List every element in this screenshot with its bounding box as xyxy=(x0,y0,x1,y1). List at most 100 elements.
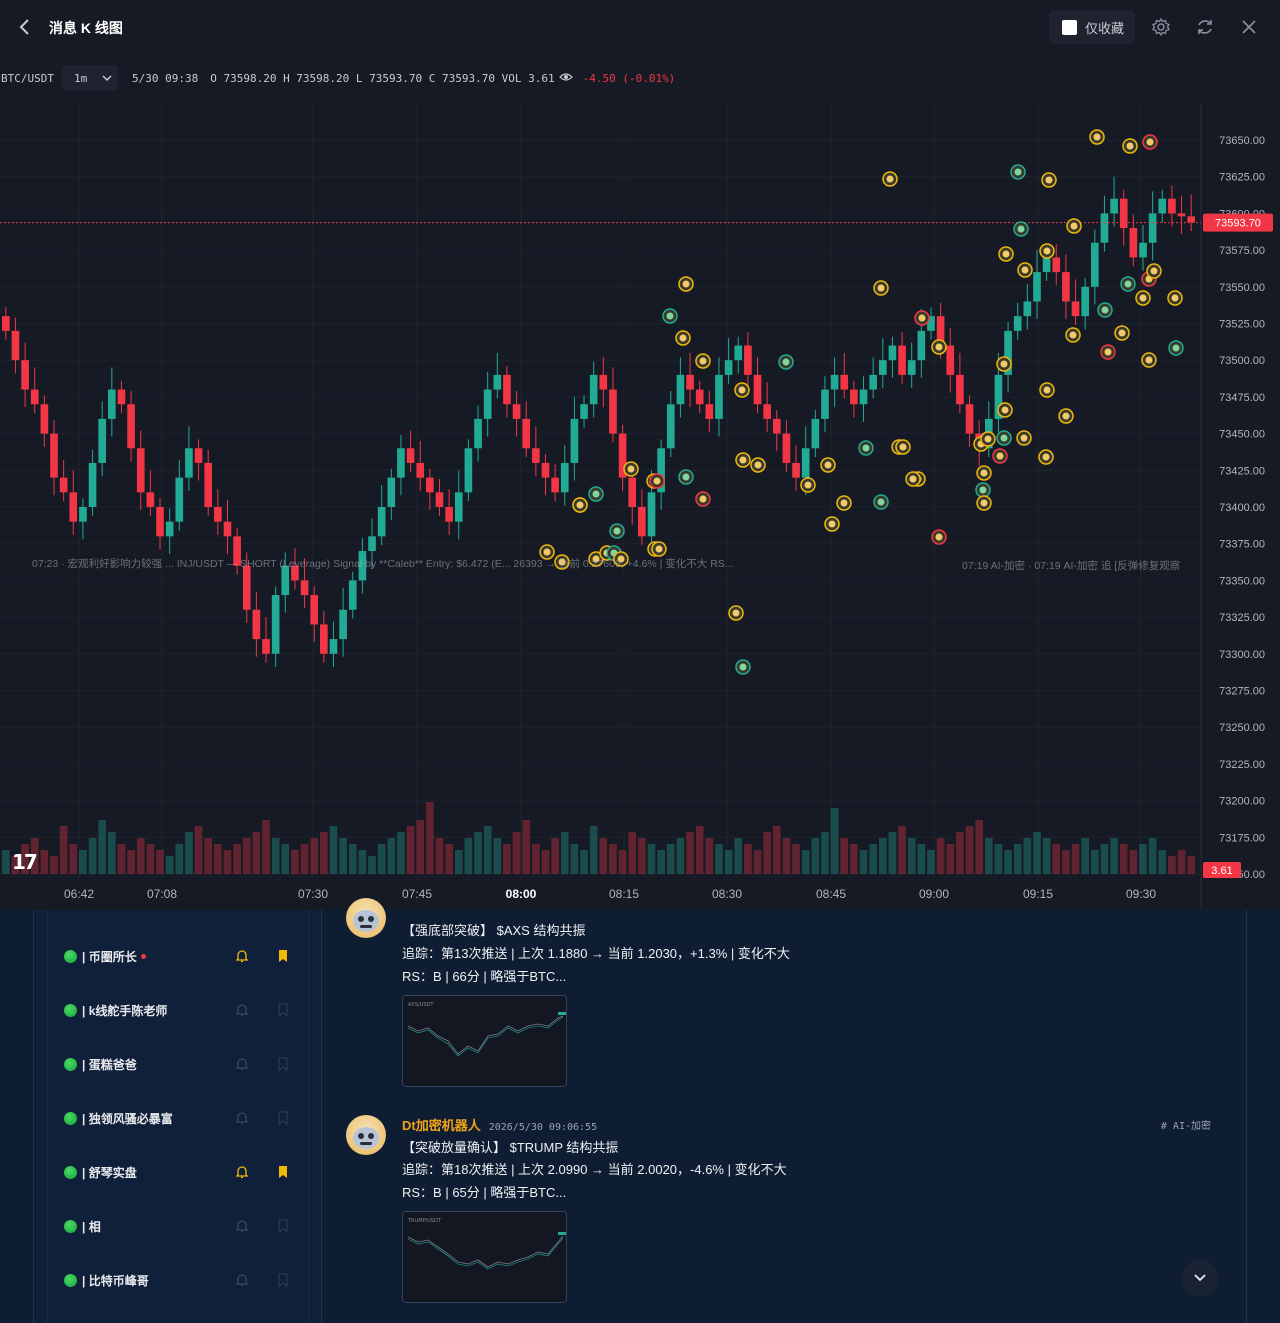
candle[interactable] xyxy=(204,462,213,507)
candle[interactable] xyxy=(156,507,164,537)
candle[interactable] xyxy=(734,345,743,361)
candle[interactable] xyxy=(300,580,309,596)
candle[interactable] xyxy=(1062,272,1070,302)
message-tag[interactable]: # AI-加密 xyxy=(1161,1117,1211,1132)
candle[interactable] xyxy=(666,404,675,449)
candle[interactable] xyxy=(599,374,608,390)
candle[interactable] xyxy=(397,448,405,478)
candle[interactable] xyxy=(744,345,752,375)
bell-icon[interactable] xyxy=(234,948,250,964)
candle[interactable] xyxy=(560,462,569,493)
bookmark-icon[interactable] xyxy=(276,1002,290,1018)
channel-item[interactable]: | 独领风骚必暴富 xyxy=(64,1107,304,1129)
candle[interactable] xyxy=(1187,216,1195,223)
candle[interactable] xyxy=(676,374,685,405)
candle[interactable] xyxy=(1168,198,1176,214)
candle[interactable] xyxy=(878,360,887,375)
candle[interactable] xyxy=(512,404,521,419)
candle[interactable] xyxy=(271,595,280,654)
candle[interactable] xyxy=(609,389,617,434)
message-author[interactable]: Dt加密机器人 xyxy=(402,1115,481,1134)
candle[interactable] xyxy=(11,330,20,361)
candle[interactable] xyxy=(194,448,203,463)
chart-thumbnail[interactable]: AXS/USDT xyxy=(402,995,567,1087)
candle[interactable] xyxy=(1042,257,1051,273)
candle[interactable] xyxy=(830,374,839,390)
candle[interactable] xyxy=(1013,316,1022,331)
candle[interactable] xyxy=(1177,213,1186,217)
candle[interactable] xyxy=(1100,213,1109,243)
candle[interactable] xyxy=(686,374,694,390)
candle[interactable] xyxy=(223,521,232,537)
candle[interactable] xyxy=(801,448,810,478)
candle[interactable] xyxy=(589,374,598,405)
candle[interactable] xyxy=(348,580,357,610)
chart-canvas[interactable]: 73650.0073625.0073600.0073575.0073550.00… xyxy=(0,104,1280,910)
candle[interactable] xyxy=(1148,213,1157,243)
candle[interactable] xyxy=(792,462,800,478)
channel-item[interactable]: | 舒琴实盘 xyxy=(64,1161,304,1183)
candle[interactable] xyxy=(753,374,762,405)
candle[interactable] xyxy=(483,389,492,419)
candle[interactable] xyxy=(88,462,97,507)
candle[interactable] xyxy=(705,404,714,419)
candle[interactable] xyxy=(387,477,396,507)
candle[interactable] xyxy=(1158,198,1167,214)
gear-icon[interactable] xyxy=(1150,16,1172,38)
bookmark-icon[interactable] xyxy=(276,1110,290,1126)
candle[interactable] xyxy=(772,418,781,434)
candle[interactable] xyxy=(146,492,155,507)
candle[interactable] xyxy=(580,404,588,419)
candle[interactable] xyxy=(1119,198,1128,229)
candle[interactable] xyxy=(869,374,877,390)
bookmark-icon[interactable] xyxy=(276,1272,290,1288)
candle[interactable] xyxy=(715,374,723,419)
candle[interactable] xyxy=(493,374,502,390)
candle[interactable] xyxy=(532,448,540,463)
candle[interactable] xyxy=(763,404,771,419)
candle[interactable] xyxy=(850,389,858,405)
candle[interactable] xyxy=(1081,286,1089,317)
candle[interactable] xyxy=(214,507,222,522)
candle[interactable] xyxy=(695,389,704,405)
bell-icon[interactable] xyxy=(234,1110,250,1126)
candle[interactable] xyxy=(628,477,637,507)
bookmark-icon[interactable] xyxy=(276,1164,290,1180)
bookmark-icon[interactable] xyxy=(276,1218,290,1234)
bell-icon[interactable] xyxy=(234,1218,250,1234)
channel-item[interactable]: | 相 xyxy=(64,1215,304,1237)
candle[interactable] xyxy=(185,448,193,478)
candle[interactable] xyxy=(782,433,791,463)
candle[interactable] xyxy=(117,389,126,405)
bell-icon[interactable] xyxy=(234,1272,250,1288)
candle[interactable] xyxy=(2,316,10,331)
channel-item[interactable]: | 蛋糕爸爸 xyxy=(64,1053,304,1075)
bell-icon[interactable] xyxy=(234,1164,250,1180)
candle[interactable] xyxy=(445,507,453,522)
candle[interactable] xyxy=(1110,198,1118,214)
candle[interactable] xyxy=(175,477,184,522)
eye-icon[interactable] xyxy=(558,72,573,85)
candle[interactable] xyxy=(50,433,58,478)
candle[interactable] xyxy=(1033,272,1041,302)
candle[interactable] xyxy=(821,389,829,419)
refresh-icon[interactable] xyxy=(1194,16,1216,38)
candle[interactable] xyxy=(242,565,251,610)
bookmark-icon[interactable] xyxy=(276,948,290,964)
candle[interactable] xyxy=(252,609,261,640)
timeframe-select[interactable]: 1m xyxy=(61,65,118,91)
candle[interactable] xyxy=(464,448,473,493)
candle[interactable] xyxy=(859,389,868,405)
bookmark-icon[interactable] xyxy=(276,1056,290,1072)
candle[interactable] xyxy=(435,492,444,507)
candle[interactable] xyxy=(98,418,107,463)
candle[interactable] xyxy=(647,492,656,537)
candle[interactable] xyxy=(320,624,328,654)
candle[interactable] xyxy=(339,609,347,640)
candle[interactable] xyxy=(368,536,376,552)
candle[interactable] xyxy=(377,507,386,537)
candlestick-chart[interactable]: BTC/USDT 1m 5/30 09:38 O 73598.20 H 7359… xyxy=(0,54,1280,910)
candle[interactable] xyxy=(811,418,820,449)
candle[interactable] xyxy=(1023,301,1032,317)
candle[interactable] xyxy=(898,345,906,375)
